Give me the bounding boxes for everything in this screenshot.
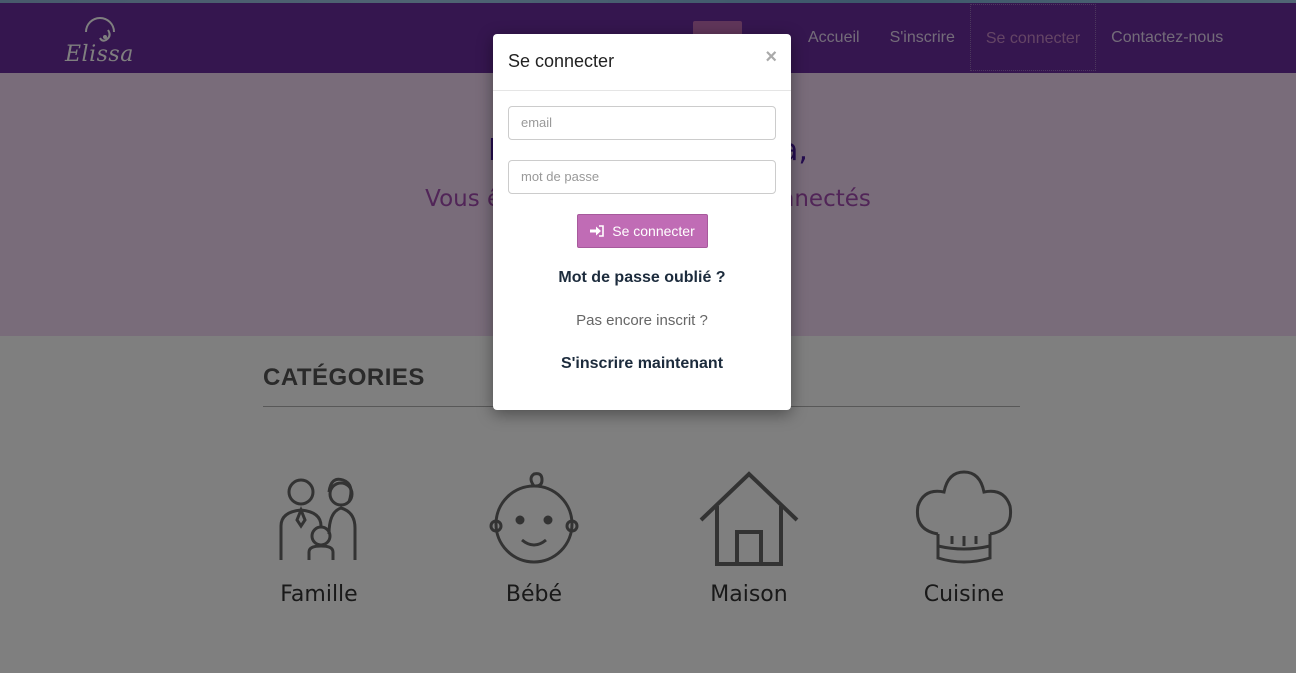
close-icon[interactable]: × [765, 46, 777, 69]
modal-title: Se connecter [508, 51, 615, 71]
forgot-password-link[interactable]: Mot de passe oublié ? [493, 269, 791, 287]
login-button[interactable]: Se connecter [577, 214, 708, 248]
not-registered-text: Pas encore inscrit ? [576, 312, 708, 329]
login-modal: Se connecter × email mot de passe Se con… [493, 34, 791, 410]
modal-header: Se connecter × [493, 34, 791, 91]
email-field[interactable]: email [508, 106, 776, 140]
password-field[interactable]: mot de passe [508, 160, 776, 194]
register-now-link[interactable]: S'inscrire maintenant [493, 355, 791, 373]
login-button-label: Se connecter [612, 223, 695, 239]
sign-in-icon [590, 225, 605, 237]
